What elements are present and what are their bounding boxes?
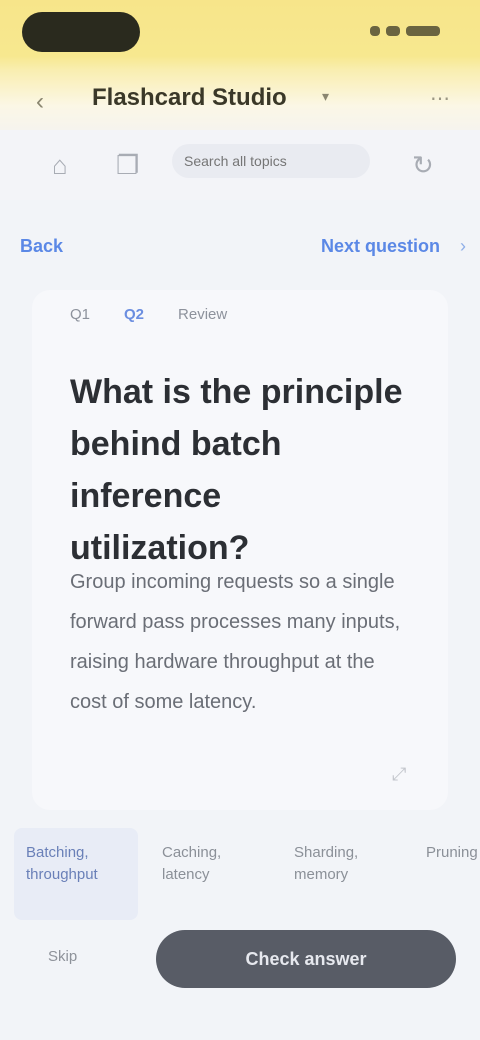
signal-icon (370, 26, 380, 36)
prev-button[interactable]: Back (20, 236, 63, 257)
answer-option[interactable]: Caching, latency (150, 828, 270, 920)
status-icons (360, 24, 440, 38)
answer-option[interactable]: Sharding, memory (282, 828, 402, 920)
app-title[interactable]: Flashcard Studio (92, 84, 287, 112)
search-input[interactable] (172, 144, 370, 178)
question-body: Group incoming requests so a single forw… (70, 571, 401, 713)
back-icon[interactable]: ‹ (36, 88, 44, 116)
refresh-icon[interactable]: ↻ (412, 150, 434, 181)
crumb-item[interactable]: Q1 (70, 306, 90, 323)
expand-icon[interactable]: ⤢ (392, 764, 406, 785)
answer-option[interactable]: Batching, throughput (14, 828, 138, 920)
check-answer-button[interactable]: Check answer (156, 930, 456, 988)
question-headline: What is the principle behind batch infer… (70, 373, 403, 567)
answer-option[interactable]: Pruning (414, 828, 480, 920)
battery-icon (406, 26, 440, 36)
chevron-down-icon[interactable]: ▾ (322, 88, 329, 105)
status-bar (0, 0, 480, 70)
next-button[interactable]: Next question (321, 236, 440, 257)
footer-actions: Skip Check answer (0, 930, 480, 990)
breadcrumb: Q1 Q2 Review (70, 306, 227, 323)
crumb-item[interactable]: Review (178, 306, 227, 323)
bookmark-icon[interactable]: ❐ (116, 150, 139, 181)
wifi-icon (386, 26, 400, 36)
more-icon[interactable]: ⋯ (430, 86, 450, 111)
home-icon[interactable]: ⌂ (52, 150, 68, 181)
crumb-item-active[interactable]: Q2 (124, 306, 144, 323)
app-header: ‹ Flashcard Studio ▾ ⋯ (0, 70, 480, 130)
skip-button[interactable]: Skip (48, 948, 77, 965)
answer-options: Batching, throughput Caching, latency Sh… (14, 828, 480, 920)
dynamic-island (22, 12, 140, 52)
question-nav: Back Next question › (0, 218, 480, 278)
chevron-right-icon[interactable]: › (460, 236, 466, 257)
